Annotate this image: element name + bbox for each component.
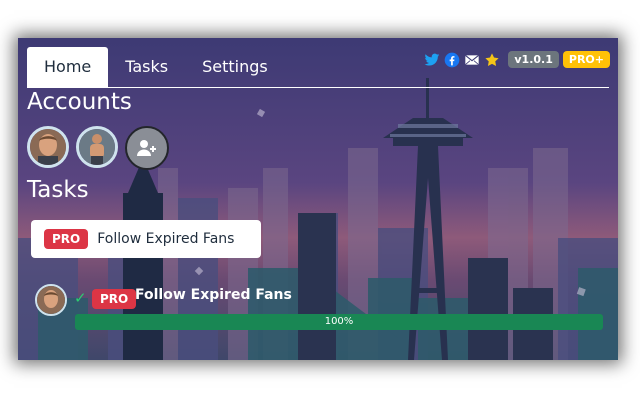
- mail-icon[interactable]: [464, 52, 480, 68]
- task-progress-bar: 100%: [75, 314, 603, 330]
- extension-popup: Home Tasks Settings v1.0.1 PRO+ Accounts…: [18, 38, 618, 360]
- accounts-list: [27, 126, 169, 170]
- facebook-icon[interactable]: [444, 52, 460, 68]
- task-run-pro-badge: PRO: [92, 289, 137, 309]
- tasks-heading: Tasks: [27, 177, 89, 203]
- tab-settings[interactable]: Settings: [185, 47, 285, 87]
- task-run-title: Follow Expired Fans: [135, 287, 292, 303]
- account-avatar-1[interactable]: [27, 126, 69, 168]
- task-run-row: ✓ PRO Follow Expired Fans 100%: [35, 284, 605, 334]
- tab-tasks[interactable]: Tasks: [108, 47, 185, 87]
- tab-home[interactable]: Home: [27, 47, 109, 87]
- check-icon: ✓: [74, 289, 87, 307]
- add-account-button[interactable]: [125, 126, 169, 170]
- account-avatar-2[interactable]: [76, 126, 118, 168]
- pro-plus-badge[interactable]: PRO+: [562, 51, 610, 68]
- task-run-avatar: [35, 284, 67, 316]
- task-card-label: Follow Expired Fans: [97, 231, 235, 247]
- accounts-heading: Accounts: [27, 89, 132, 115]
- task-card-follow-expired-fans[interactable]: PRO Follow Expired Fans: [31, 220, 261, 258]
- nav-tabs: Home Tasks Settings: [27, 47, 285, 87]
- task-progress-fill: 100%: [75, 314, 603, 330]
- add-account-icon: [137, 140, 156, 156]
- header-actions: v1.0.1 PRO+: [424, 51, 610, 68]
- twitter-icon[interactable]: [424, 52, 440, 68]
- version-badge: v1.0.1: [508, 51, 559, 68]
- tab-divider: [27, 87, 609, 88]
- star-icon[interactable]: [484, 52, 500, 68]
- pro-badge: PRO: [44, 229, 89, 249]
